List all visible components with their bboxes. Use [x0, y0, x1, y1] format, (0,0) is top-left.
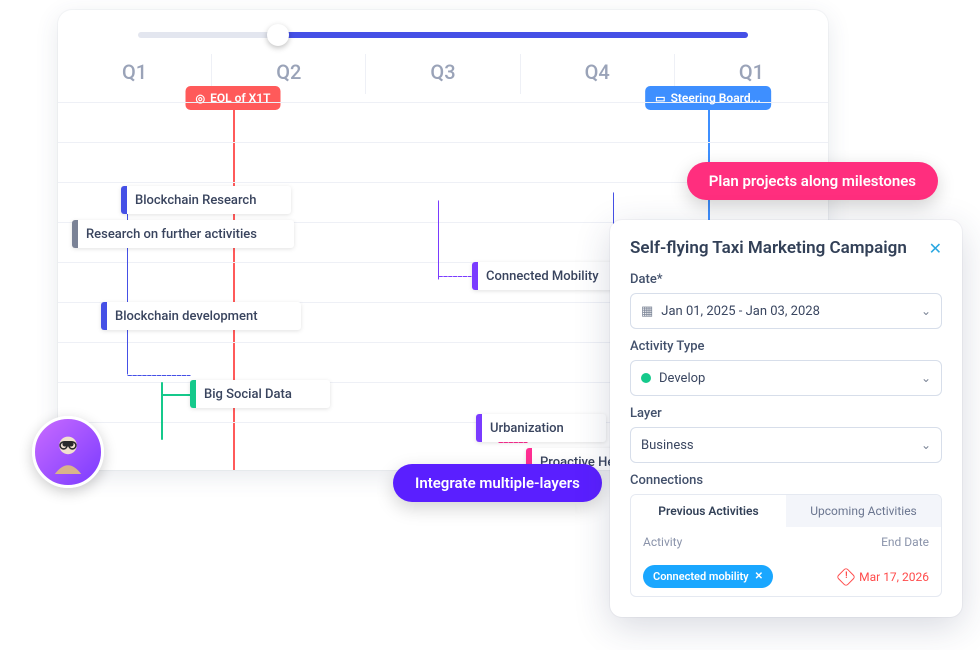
callout-plan-milestones: Plan projects along milestones	[687, 162, 938, 200]
end-date-text: Mar 17, 2026	[859, 570, 929, 584]
chevron-down-icon: ⌄	[921, 438, 931, 452]
connector	[127, 375, 191, 376]
connector	[438, 200, 439, 280]
avatar-person-icon	[46, 430, 90, 474]
connector	[498, 442, 528, 443]
timeline-scrubber-track[interactable]	[138, 32, 748, 38]
close-icon[interactable]: ✕	[929, 239, 942, 258]
table-row: Connected mobility ✕ Mar 17, 2026	[631, 557, 941, 596]
chip-label: Connected mobility	[653, 570, 749, 583]
date-label: Date*	[630, 272, 942, 287]
callout-label: Integrate multiple-layers	[415, 474, 580, 492]
task-big-social-data[interactable]: Big Social Data	[190, 380, 330, 408]
end-date-value: Mar 17, 2026	[839, 565, 929, 588]
warning-icon	[836, 567, 856, 587]
task-label: Urbanization	[490, 421, 564, 436]
status-dot-icon	[641, 373, 651, 383]
task-research-further[interactable]: Research on further activities	[72, 220, 294, 248]
date-field[interactable]: ▦ Jan 01, 2025 - Jan 03, 2028 ⌄	[630, 293, 942, 329]
task-label: Research on further activities	[86, 227, 257, 242]
layer-value: Business	[641, 438, 694, 453]
connector	[438, 276, 472, 277]
timeline-scrubber-fill	[278, 32, 748, 38]
connector	[161, 394, 191, 396]
tab-previous-activities[interactable]: Previous Activities	[631, 495, 786, 527]
task-blockchain-dev[interactable]: Blockchain development	[101, 302, 301, 330]
layer-label: Layer	[630, 406, 942, 421]
activity-type-label: Activity Type	[630, 339, 942, 354]
chevron-down-icon: ⌄	[921, 371, 931, 385]
activity-type-value: Develop	[659, 371, 705, 386]
tab-upcoming-activities[interactable]: Upcoming Activities	[786, 495, 941, 527]
task-blockchain-research[interactable]: Blockchain Research	[121, 186, 291, 214]
activity-type-select[interactable]: Develop ⌄	[630, 360, 942, 396]
task-color-bar	[472, 262, 478, 290]
user-avatar[interactable]	[32, 416, 104, 488]
panel-title: Self-flying Taxi Marketing Campaign	[630, 238, 907, 258]
task-color-bar	[72, 220, 78, 248]
quarter-label: Q3	[366, 54, 520, 94]
layer-select[interactable]: Business ⌄	[630, 427, 942, 463]
activity-detail-panel: Self-flying Taxi Marketing Campaign ✕ Da…	[610, 220, 962, 617]
column-activity: Activity	[643, 535, 682, 549]
task-color-bar	[101, 302, 107, 330]
task-color-bar	[476, 414, 482, 442]
connector	[161, 382, 163, 440]
connections-label: Connections	[630, 473, 942, 488]
task-label: Blockchain Research	[135, 193, 256, 208]
task-color-bar	[190, 380, 196, 408]
remove-icon[interactable]: ✕	[755, 571, 763, 582]
task-label: Connected Mobility	[486, 269, 599, 284]
connection-chip[interactable]: Connected mobility ✕	[643, 565, 773, 588]
connections-box: Previous Activities Upcoming Activities …	[630, 494, 942, 597]
callout-integrate-layers: Integrate multiple-layers	[393, 464, 602, 502]
date-value: Jan 01, 2025 - Jan 03, 2028	[661, 304, 820, 319]
task-label: Blockchain development	[115, 309, 258, 324]
callout-label: Plan projects along milestones	[709, 172, 916, 190]
calendar-icon: ▦	[641, 304, 653, 319]
column-end-date: End Date	[881, 535, 929, 549]
task-label: Big Social Data	[204, 387, 292, 402]
task-urbanization[interactable]: Urbanization	[476, 414, 606, 442]
task-connected-mobility[interactable]: Connected Mobility	[472, 262, 632, 290]
chevron-down-icon: ⌄	[921, 304, 931, 318]
timeline-scrubber-handle[interactable]	[267, 24, 289, 46]
task-color-bar	[121, 186, 127, 214]
